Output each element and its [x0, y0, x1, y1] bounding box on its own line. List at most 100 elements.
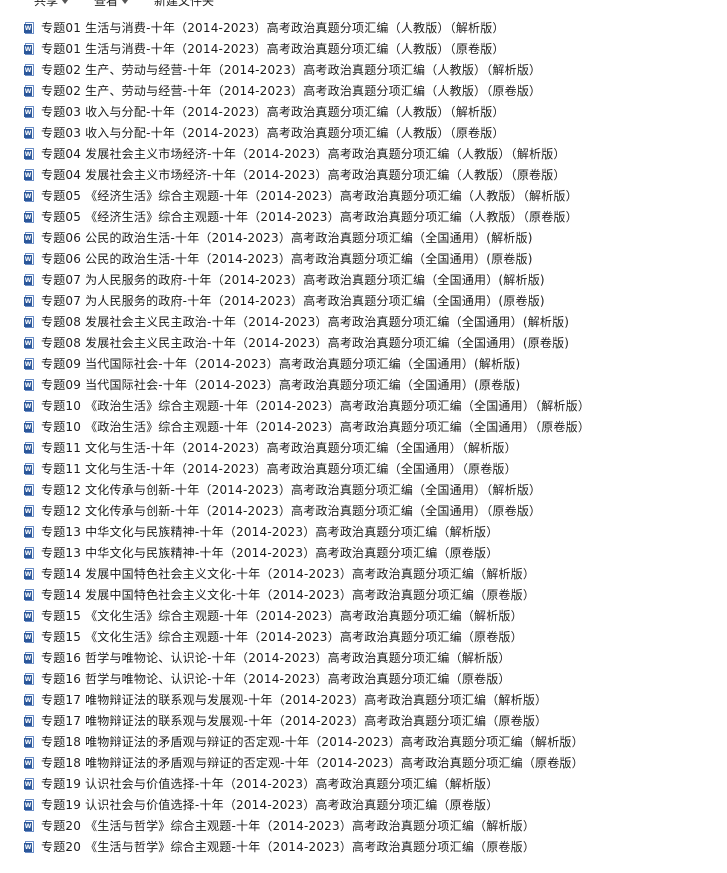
word-document-icon: W [24, 22, 35, 35]
file-item[interactable]: W 专题07 为人民服务的政府-十年（2014-2023）高考政治真题分项汇编（全… [0, 291, 727, 312]
file-item[interactable]: W 专题06 公民的政治生活-十年（2014-2023）高考政治真题分项汇编（全国… [0, 228, 727, 249]
file-item[interactable]: W 专题19 认识社会与价值选择-十年（2014-2023）高考政治真题分项汇编（… [0, 774, 727, 795]
word-document-icon: W [24, 358, 35, 371]
file-item[interactable]: W 专题02 生产、劳动与经营-十年（2014-2023）高考政治真题分项汇编（人… [0, 60, 727, 81]
new-folder-button[interactable]: 新建文件夹 [154, 0, 214, 8]
file-item[interactable]: W 专题05 《经济生活》综合主观题-十年（2014-2023）高考政治真题分项汇… [0, 207, 727, 228]
file-name: 专题05 《经济生活》综合主观题-十年（2014-2023）高考政治真题分项汇编… [41, 189, 578, 203]
word-document-icon: W [24, 379, 35, 392]
word-document-icon: W [24, 295, 35, 308]
file-item[interactable]: W 专题05 《经济生活》综合主观题-十年（2014-2023）高考政治真题分项汇… [0, 186, 727, 207]
file-item[interactable]: W 专题04 发展社会主义市场经济-十年（2014-2023）高考政治真题分项汇编… [0, 144, 727, 165]
word-document-icon: W [24, 211, 35, 224]
file-item[interactable]: W 专题18 唯物辩证法的矛盾观与辩证的否定观-十年（2014-2023）高考政治… [0, 732, 727, 753]
chevron-down-icon [122, 0, 129, 4]
file-name: 专题03 收入与分配-十年（2014-2023）高考政治真题分项汇编（人教版）（… [41, 126, 505, 140]
file-item[interactable]: W 专题01 生活与消费-十年（2014-2023）高考政治真题分项汇编（人教版）… [0, 39, 727, 60]
word-document-icon: W [24, 652, 35, 665]
file-item[interactable]: W 专题17 唯物辩证法的联系观与发展观-十年（2014-2023）高考政治真题分… [0, 690, 727, 711]
file-item[interactable]: W 专题06 公民的政治生活-十年（2014-2023）高考政治真题分项汇编（全国… [0, 249, 727, 270]
chevron-down-icon [62, 0, 69, 4]
tab-view[interactable]: 查看 [94, 0, 129, 8]
file-name: 专题17 唯物辩证法的联系观与发展观-十年（2014-2023）高考政治真题分项… [41, 714, 548, 728]
file-name: 专题08 发展社会主义民主政治-十年（2014-2023）高考政治真题分项汇编（… [41, 336, 570, 350]
file-item[interactable]: W 专题17 唯物辩证法的联系观与发展观-十年（2014-2023）高考政治真题分… [0, 711, 727, 732]
file-name: 专题20 《生活与哲学》综合主观题-十年（2014-2023）高考政治真题分项汇… [41, 840, 536, 854]
word-document-icon: W [24, 463, 35, 476]
word-document-icon: W [24, 484, 35, 497]
file-name: 专题01 生活与消费-十年（2014-2023）高考政治真题分项汇编（人教版）（… [41, 42, 505, 56]
file-item[interactable]: W 专题11 文化与生活-十年（2014-2023）高考政治真题分项汇编（全国通用… [0, 459, 727, 480]
word-document-icon: W [24, 253, 35, 266]
word-document-icon: W [24, 799, 35, 812]
file-item[interactable]: W 专题03 收入与分配-十年（2014-2023）高考政治真题分项汇编（人教版）… [0, 123, 727, 144]
file-item[interactable]: W 专题08 发展社会主义民主政治-十年（2014-2023）高考政治真题分项汇编… [0, 333, 727, 354]
file-name: 专题01 生活与消费-十年（2014-2023）高考政治真题分项汇编（人教版）（… [41, 21, 505, 35]
file-item[interactable]: W 专题20 《生活与哲学》综合主观题-十年（2014-2023）高考政治真题分项… [0, 816, 727, 837]
file-item[interactable]: W 专题10 《政治生活》综合主观题-十年（2014-2023）高考政治真题分项汇… [0, 396, 727, 417]
word-document-icon: W [24, 757, 35, 770]
word-document-icon: W [24, 64, 35, 77]
file-item[interactable]: W 专题12 文化传承与创新-十年（2014-2023）高考政治真题分项汇编（全国… [0, 501, 727, 522]
file-item[interactable]: W 专题09 当代国际社会-十年（2014-2023）高考政治真题分项汇编（全国通… [0, 354, 727, 375]
word-document-icon: W [24, 190, 35, 203]
file-item[interactable]: W 专题12 文化传承与创新-十年（2014-2023）高考政治真题分项汇编（全国… [0, 480, 727, 501]
file-name: 专题15 《文化生活》综合主观题-十年（2014-2023）高考政治真题分项汇编… [41, 630, 523, 644]
file-item[interactable]: W 专题14 发展中国特色社会主义文化-十年（2014-2023）高考政治真题分项… [0, 564, 727, 585]
file-item[interactable]: W 专题04 发展社会主义市场经济-十年（2014-2023）高考政治真题分项汇编… [0, 165, 727, 186]
file-name: 专题11 文化与生活-十年（2014-2023）高考政治真题分项汇编（全国通用）… [41, 441, 517, 455]
file-name: 专题07 为人民服务的政府-十年（2014-2023）高考政治真题分项汇编（全国… [41, 294, 545, 308]
file-item[interactable]: W 专题01 生活与消费-十年（2014-2023）高考政治真题分项汇编（人教版）… [0, 18, 727, 39]
file-item[interactable]: W 专题18 唯物辩证法的矛盾观与辩证的否定观-十年（2014-2023）高考政治… [0, 753, 727, 774]
word-document-icon: W [24, 400, 35, 413]
word-document-icon: W [24, 526, 35, 539]
tab-view-label: 查看 [94, 0, 119, 8]
file-name: 专题11 文化与生活-十年（2014-2023）高考政治真题分项汇编（全国通用）… [41, 462, 517, 476]
file-name: 专题13 中华文化与民族精神-十年（2014-2023）高考政治真题分项汇编（解… [41, 525, 499, 539]
file-item[interactable]: W 专题08 发展社会主义民主政治-十年（2014-2023）高考政治真题分项汇编… [0, 312, 727, 333]
word-document-icon: W [24, 274, 35, 287]
file-name: 专题14 发展中国特色社会主义文化-十年（2014-2023）高考政治真题分项汇… [41, 588, 536, 602]
word-document-icon: W [24, 547, 35, 560]
file-name: 专题12 文化传承与创新-十年（2014-2023）高考政治真题分项汇编（全国通… [41, 504, 542, 518]
file-item[interactable]: W 专题15 《文化生活》综合主观题-十年（2014-2023）高考政治真题分项汇… [0, 627, 727, 648]
file-item[interactable]: W 专题16 哲学与唯物论、认识论-十年（2014-2023）高考政治真题分项汇编… [0, 669, 727, 690]
file-item[interactable]: W 专题13 中华文化与民族精神-十年（2014-2023）高考政治真题分项汇编（… [0, 522, 727, 543]
file-item[interactable]: W 专题15 《文化生活》综合主观题-十年（2014-2023）高考政治真题分项汇… [0, 606, 727, 627]
word-document-icon: W [24, 694, 35, 707]
file-item[interactable]: W 专题11 文化与生活-十年（2014-2023）高考政治真题分项汇编（全国通用… [0, 438, 727, 459]
word-document-icon: W [24, 148, 35, 161]
file-item[interactable]: W 专题02 生产、劳动与经营-十年（2014-2023）高考政治真题分项汇编（人… [0, 81, 727, 102]
word-document-icon: W [24, 589, 35, 602]
tab-share[interactable]: 共享 [34, 0, 69, 8]
word-document-icon: W [24, 778, 35, 791]
word-document-icon: W [24, 736, 35, 749]
file-item[interactable]: W 专题14 发展中国特色社会主义文化-十年（2014-2023）高考政治真题分项… [0, 585, 727, 606]
file-name: 专题10 《政治生活》综合主观题-十年（2014-2023）高考政治真题分项汇编… [41, 420, 591, 434]
file-name: 专题16 哲学与唯物论、认识论-十年（2014-2023）高考政治真题分项汇编（… [41, 672, 511, 686]
file-item[interactable]: W 专题07 为人民服务的政府-十年（2014-2023）高考政治真题分项汇编（全… [0, 270, 727, 291]
word-document-icon: W [24, 673, 35, 686]
file-name: 专题02 生产、劳动与经营-十年（2014-2023）高考政治真题分项汇编（人教… [41, 84, 542, 98]
word-document-icon: W [24, 169, 35, 182]
tab-share-label: 共享 [34, 0, 59, 8]
word-document-icon: W [24, 610, 35, 623]
file-item[interactable]: W 专题20 《生活与哲学》综合主观题-十年（2014-2023）高考政治真题分项… [0, 837, 727, 858]
file-explorer-window: 共享 查看 新建文件夹 W 专题01 生活与消费-十年（2014-2023）高考政… [0, 0, 727, 873]
file-name: 专题17 唯物辩证法的联系观与发展观-十年（2014-2023）高考政治真题分项… [41, 693, 548, 707]
word-document-icon: W [24, 43, 35, 56]
file-name: 专题20 《生活与哲学》综合主观题-十年（2014-2023）高考政治真题分项汇… [41, 819, 536, 833]
word-document-icon: W [24, 631, 35, 644]
file-item[interactable]: W 专题19 认识社会与价值选择-十年（2014-2023）高考政治真题分项汇编（… [0, 795, 727, 816]
word-document-icon: W [24, 568, 35, 581]
file-name: 专题08 发展社会主义民主政治-十年（2014-2023）高考政治真题分项汇编（… [41, 315, 570, 329]
file-item[interactable]: W 专题09 当代国际社会-十年（2014-2023）高考政治真题分项汇编（全国通… [0, 375, 727, 396]
word-document-icon: W [24, 106, 35, 119]
word-document-icon: W [24, 505, 35, 518]
file-item[interactable]: W 专题13 中华文化与民族精神-十年（2014-2023）高考政治真题分项汇编（… [0, 543, 727, 564]
file-name: 专题03 收入与分配-十年（2014-2023）高考政治真题分项汇编（人教版）（… [41, 105, 505, 119]
file-item[interactable]: W 专题16 哲学与唯物论、认识论-十年（2014-2023）高考政治真题分项汇编… [0, 648, 727, 669]
word-document-icon: W [24, 127, 35, 140]
file-item[interactable]: W 专题10 《政治生活》综合主观题-十年（2014-2023）高考政治真题分项汇… [0, 417, 727, 438]
file-item[interactable]: W 专题03 收入与分配-十年（2014-2023）高考政治真题分项汇编（人教版）… [0, 102, 727, 123]
